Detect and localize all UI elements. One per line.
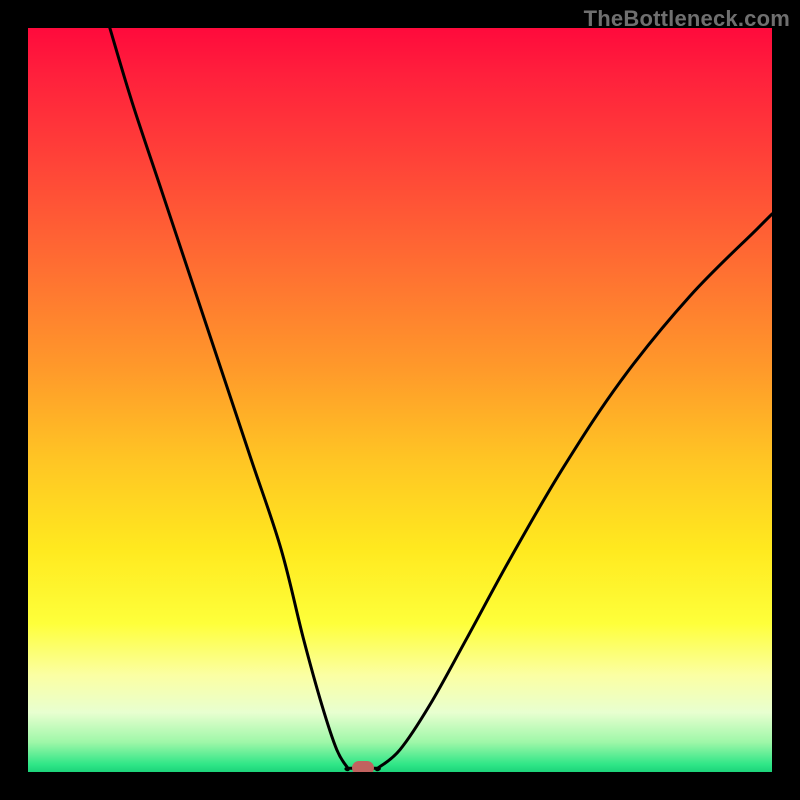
plot-area: [28, 28, 772, 772]
chart-frame: TheBottleneck.com: [0, 0, 800, 800]
bottleneck-curve: [28, 28, 772, 772]
optimal-point-marker-icon: [352, 761, 374, 772]
watermark-label: TheBottleneck.com: [584, 6, 790, 32]
